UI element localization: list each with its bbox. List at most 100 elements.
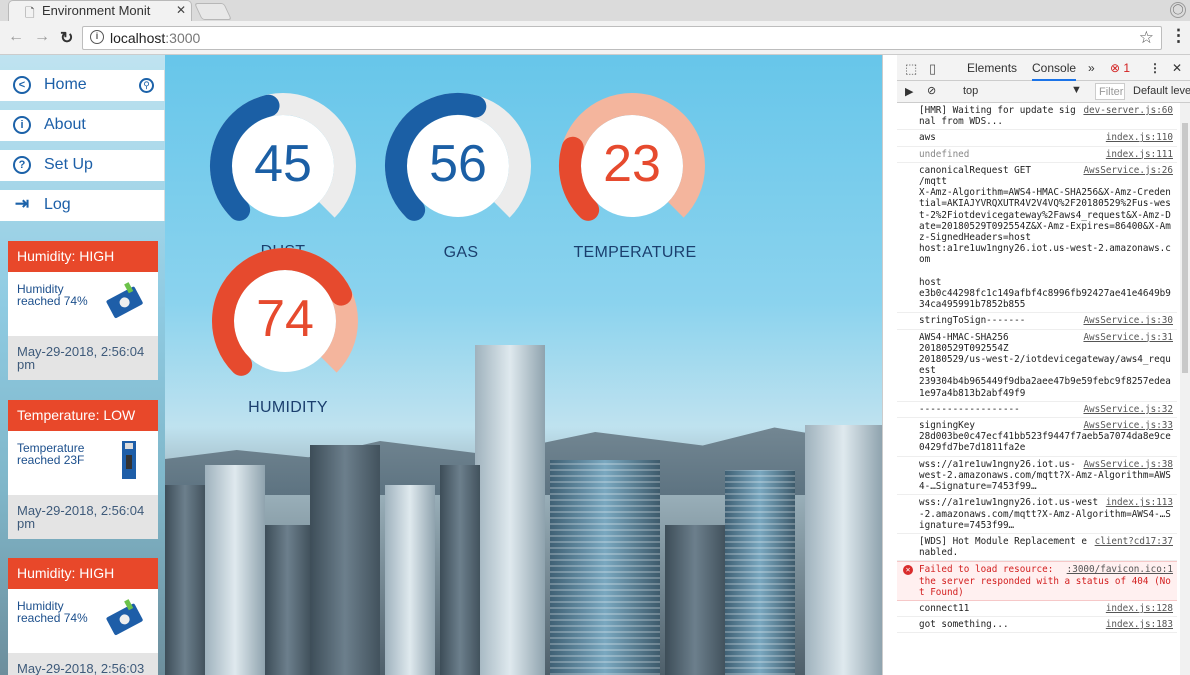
device-toolbar-icon[interactable]: ▯ bbox=[929, 61, 936, 77]
gas-gauge: 56 bbox=[383, 91, 533, 241]
filter-input[interactable]: Filter bbox=[1095, 83, 1125, 100]
console-source-link[interactable]: index.js:113 bbox=[1106, 497, 1173, 508]
bookmark-star-icon[interactable]: ☆ bbox=[1139, 28, 1154, 48]
gauge-label: HUMIDITY bbox=[248, 399, 328, 416]
sidebar-toggle-icon[interactable]: ▶ bbox=[905, 85, 913, 98]
browser-tab-strip: 🗋 Environment Monit ✕ ◯ bbox=[0, 0, 1190, 21]
nav-setup-label: Set Up bbox=[44, 156, 93, 173]
temperature-gauge: 23 bbox=[557, 91, 707, 241]
alert-title: Humidity: HIGH bbox=[8, 241, 158, 272]
building bbox=[805, 425, 882, 675]
building bbox=[165, 485, 205, 675]
nav-home-label: Home bbox=[44, 76, 87, 93]
console-source-link[interactable]: index.js:128 bbox=[1106, 603, 1173, 614]
console-source-link[interactable]: AwsService.js:26 bbox=[1083, 165, 1173, 176]
address-bar: ← → ↻ i localhost:3000 ☆ ⋮ bbox=[0, 21, 1190, 55]
tab-console[interactable]: Console bbox=[1032, 61, 1077, 81]
dust-gauge: 45 bbox=[208, 91, 358, 241]
building bbox=[385, 485, 435, 675]
building bbox=[310, 445, 380, 675]
humidity-sensor-icon bbox=[106, 599, 143, 635]
gauge-label: TEMPERATURE bbox=[573, 244, 697, 261]
forward-icon[interactable]: → bbox=[34, 28, 50, 46]
close-tab-icon[interactable]: ✕ bbox=[176, 3, 186, 17]
alert-card[interactable]: Humidity: HIGH Humidity reached 74% May-… bbox=[8, 558, 158, 675]
nav-about-label: About bbox=[44, 116, 86, 133]
tab-elements[interactable]: Elements bbox=[967, 61, 1017, 75]
console-line: AwsService.js:38 wss://a1re1uw1ngny26.iot… bbox=[897, 457, 1177, 496]
chevron-left-circle-icon: < bbox=[13, 76, 31, 94]
console-source-link[interactable]: AwsService.js:38 bbox=[1083, 459, 1173, 470]
error-icon: ✕ bbox=[903, 565, 913, 576]
alert-card[interactable]: Humidity: HIGH Humidity reached 74% May-… bbox=[8, 241, 158, 380]
nav-setup[interactable]: ? Set Up bbox=[0, 150, 165, 181]
gauge-value: 56 bbox=[429, 135, 487, 193]
devtools-tabs: ⬚ ▯ Elements Console » ⊗ 1 ⋮ ✕ bbox=[897, 55, 1190, 81]
building bbox=[725, 470, 795, 675]
building bbox=[550, 460, 660, 675]
sign-in-icon: ⇥ bbox=[14, 194, 30, 213]
nav-log-label: Log bbox=[44, 196, 71, 213]
console-line: client?cd17:37 [WDS] Hot Module Replaceme… bbox=[897, 534, 1177, 562]
alert-message: Temperature reached 23F bbox=[17, 441, 85, 467]
tower-building bbox=[475, 345, 545, 675]
tab-title: Environment Monit bbox=[42, 3, 151, 18]
url-field[interactable]: i localhost:3000 ☆ bbox=[82, 26, 1162, 50]
alert-title: Temperature: LOW bbox=[8, 400, 158, 431]
console-source-link[interactable]: dev-server.js:60 bbox=[1083, 105, 1173, 116]
humidity-gauge: 74 bbox=[210, 246, 360, 396]
context-select[interactable]: top bbox=[963, 85, 978, 97]
console-source-link[interactable]: :3000/favicon.ico:1 bbox=[1067, 564, 1173, 575]
console-source-link[interactable]: index.js:111 bbox=[1106, 149, 1173, 160]
sidebar: < Home ⚲ i About ? Set Up ⇥ Log Humidity… bbox=[0, 55, 165, 675]
browser-tab[interactable]: 🗋 Environment Monit ✕ bbox=[8, 0, 192, 21]
alert-timestamp: May-29-2018, 2:56:04 pm bbox=[8, 495, 158, 539]
context-dropdown-icon[interactable]: ▼ bbox=[1071, 84, 1082, 96]
new-tab-button[interactable] bbox=[194, 3, 232, 20]
profile-icon[interactable]: ◯ bbox=[1170, 2, 1186, 18]
console-line: AwsService.js:32 ------------------ bbox=[897, 402, 1177, 419]
devtools-menu-icon[interactable]: ⋮ bbox=[1149, 61, 1161, 75]
log-levels-select[interactable]: Default levels bbox=[1133, 85, 1190, 97]
alert-message: Humidity reached 74% bbox=[17, 282, 88, 308]
console-source-link[interactable]: AwsService.js:32 bbox=[1083, 404, 1173, 415]
console-line: index.js:128 connect11 bbox=[897, 601, 1177, 618]
app-viewport: < Home ⚲ i About ? Set Up ⇥ Log Humidity… bbox=[0, 55, 882, 675]
console-scrollbar[interactable] bbox=[1180, 103, 1190, 675]
url-host: localhost bbox=[110, 30, 166, 46]
alert-message: Humidity reached 74% bbox=[17, 599, 88, 625]
console-line: dev-server.js:60 [HMR] Waiting for update… bbox=[897, 103, 1177, 131]
pin-icon[interactable]: ⚲ bbox=[139, 78, 154, 93]
console-line: AwsService.js:26 canonicalRequest GET /mq… bbox=[897, 163, 1177, 314]
nav-about[interactable]: i About bbox=[0, 110, 165, 141]
nav-log[interactable]: ⇥ Log bbox=[0, 190, 165, 221]
console-source-link[interactable]: index.js:183 bbox=[1106, 619, 1173, 630]
gauge-value: 74 bbox=[256, 290, 314, 348]
building bbox=[265, 525, 310, 675]
question-circle-icon: ? bbox=[13, 156, 31, 174]
close-devtools-icon[interactable]: ✕ bbox=[1172, 61, 1182, 75]
nav-home[interactable]: < Home ⚲ bbox=[0, 70, 165, 101]
info-circle-icon: i bbox=[13, 116, 31, 134]
console-source-link[interactable]: client?cd17:37 bbox=[1095, 536, 1173, 547]
back-icon[interactable]: ← bbox=[8, 28, 24, 46]
browser-menu-icon[interactable]: ⋮ bbox=[1170, 26, 1187, 46]
console-line: index.js:183 got something... bbox=[897, 617, 1177, 634]
error-count-badge[interactable]: ⊗ 1 bbox=[1110, 61, 1130, 75]
more-tabs-icon[interactable]: » bbox=[1088, 61, 1095, 75]
console-output: dev-server.js:60 [HMR] Waiting for update… bbox=[897, 103, 1177, 675]
console-source-link[interactable]: AwsService.js:31 bbox=[1083, 332, 1173, 343]
scroll-thumb[interactable] bbox=[1182, 123, 1188, 373]
clear-console-icon[interactable]: ⊘ bbox=[927, 84, 936, 97]
inspect-icon[interactable]: ⬚ bbox=[905, 61, 917, 77]
console-line: index.js:113 wss://a1re1uw1ngny26.iot.us-… bbox=[897, 495, 1177, 534]
reload-icon[interactable]: ↻ bbox=[60, 28, 73, 48]
alert-card[interactable]: Temperature: LOW Temperature reached 23F… bbox=[8, 400, 158, 539]
console-error-line: ✕:3000/favicon.ico:1 Failed to load resou… bbox=[897, 561, 1177, 601]
info-icon[interactable]: i bbox=[90, 30, 104, 44]
error-count: 1 bbox=[1123, 61, 1131, 75]
console-source-link[interactable]: index.js:110 bbox=[1106, 132, 1173, 143]
console-source-link[interactable]: AwsService.js:30 bbox=[1083, 315, 1173, 326]
console-source-link[interactable]: AwsService.js:33 bbox=[1083, 420, 1173, 431]
alert-title: Humidity: HIGH bbox=[8, 558, 158, 589]
